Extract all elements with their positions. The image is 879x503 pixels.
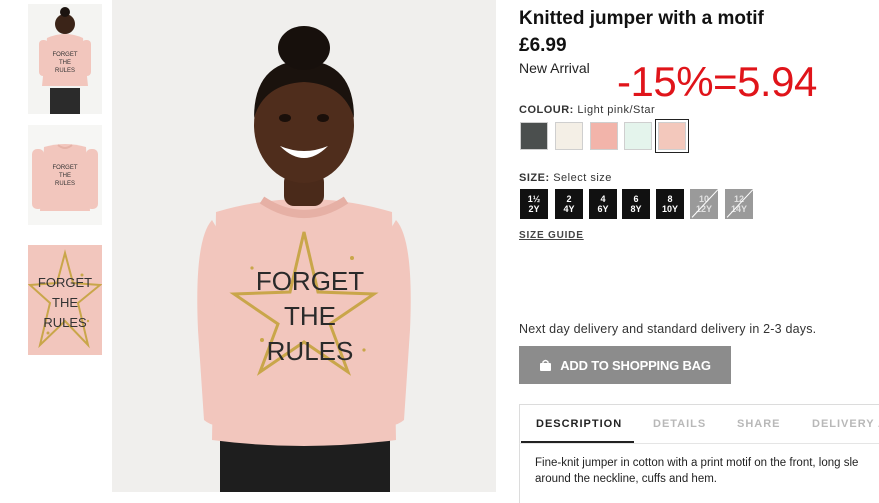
- svg-text:RULES: RULES: [267, 336, 354, 366]
- new-arrival-badge: New Arrival: [519, 60, 590, 76]
- size-option-6y[interactable]: 4 6Y: [589, 189, 617, 219]
- size-option-10y[interactable]: 8 10Y: [656, 189, 684, 219]
- size-option-bottom: 8Y: [630, 204, 642, 214]
- size-option-bottom: 10Y: [661, 204, 678, 214]
- colour-swatch-cream[interactable]: [555, 122, 583, 150]
- tab-description[interactable]: DESCRIPTION: [536, 418, 622, 430]
- delivery-info: Next day delivery and standard delivery …: [519, 322, 817, 336]
- main-product-image[interactable]: FORGET THE RULES: [112, 0, 496, 492]
- thumbnail-flat-image: FORGET THE RULES: [28, 125, 102, 225]
- size-option-top: 2: [566, 194, 572, 204]
- thumbnail-flat[interactable]: FORGET THE RULES: [28, 125, 102, 225]
- model-photo: FORGET THE RULES: [112, 0, 496, 492]
- description-text: Fine-knit jumper in cotton with a print …: [535, 457, 859, 485]
- size-option-bottom: 4Y: [563, 204, 575, 214]
- tab-details[interactable]: DETAILS: [653, 418, 706, 430]
- product-title: Knitted jumper with a motif: [519, 8, 764, 29]
- colour-label: COLOUR: Light pink/Star: [519, 104, 655, 116]
- discount-annotation: -15%=5.94: [617, 58, 817, 105]
- thumbnail-model-image: FORGET THE RULES: [28, 4, 102, 114]
- size-option-14y-unavailable[interactable]: 12 14Y: [725, 189, 753, 219]
- svg-text:THE: THE: [59, 60, 71, 66]
- size-guide-link[interactable]: SIZE GUIDE: [519, 230, 584, 241]
- size-label-key: SIZE:: [519, 172, 550, 184]
- product-price: £6.99: [519, 35, 567, 56]
- colour-swatch-mint[interactable]: [624, 122, 652, 150]
- size-option-bottom: 12Y: [695, 204, 712, 214]
- colour-swatch-light-pink[interactable]: [655, 119, 689, 153]
- size-label: SIZE: Select size: [519, 172, 612, 184]
- svg-text:THE: THE: [284, 301, 336, 331]
- size-option-8y[interactable]: 6 8Y: [622, 189, 650, 219]
- thumbnail-detail[interactable]: FORGET THE RULES: [28, 245, 102, 355]
- size-option-12y-unavailable[interactable]: 10 12Y: [690, 189, 718, 219]
- size-option-top: 4: [600, 194, 606, 204]
- size-option-2y[interactable]: 1½ 2Y: [520, 189, 548, 219]
- svg-text:FORGET: FORGET: [53, 52, 78, 58]
- colour-swatch-coral-pink[interactable]: [590, 122, 618, 150]
- size-option-top: 12: [733, 194, 744, 204]
- size-option-top: 8: [667, 194, 673, 204]
- add-to-bag-button[interactable]: ADD TO SHOPPING BAG: [519, 346, 731, 384]
- add-to-bag-label: ADD TO SHOPPING BAG: [560, 357, 711, 373]
- tab-share[interactable]: SHARE: [737, 418, 781, 430]
- svg-text:FORGET: FORGET: [38, 275, 92, 290]
- size-option-top: 1½: [527, 194, 541, 204]
- colour-selected: Light pink/Star: [577, 104, 656, 116]
- thumbnail-model[interactable]: FORGET THE RULES: [28, 4, 102, 114]
- size-option-bottom: 6Y: [597, 204, 609, 214]
- size-option-bottom: 14Y: [730, 204, 747, 214]
- shopping-bag-icon: [539, 359, 552, 371]
- size-option-bottom: 2Y: [528, 204, 540, 214]
- size-placeholder: Select size: [553, 172, 612, 184]
- size-option-top: 6: [633, 194, 639, 204]
- svg-text:RULES: RULES: [43, 315, 87, 330]
- colour-label-key: COLOUR:: [519, 104, 574, 116]
- svg-text:RULES: RULES: [55, 181, 75, 187]
- svg-text:FORGET: FORGET: [256, 266, 364, 296]
- size-option-4y[interactable]: 2 4Y: [555, 189, 583, 219]
- colour-swatch-dark-grey[interactable]: [520, 122, 548, 150]
- svg-text:FORGET: FORGET: [53, 165, 78, 171]
- svg-text:THE: THE: [59, 173, 71, 179]
- svg-text:RULES: RULES: [55, 68, 75, 74]
- svg-text:THE: THE: [52, 295, 78, 310]
- tab-delivery[interactable]: DELIVERY A: [812, 418, 879, 430]
- size-option-top: 10: [698, 194, 709, 204]
- thumbnail-detail-image: FORGET THE RULES: [28, 245, 102, 355]
